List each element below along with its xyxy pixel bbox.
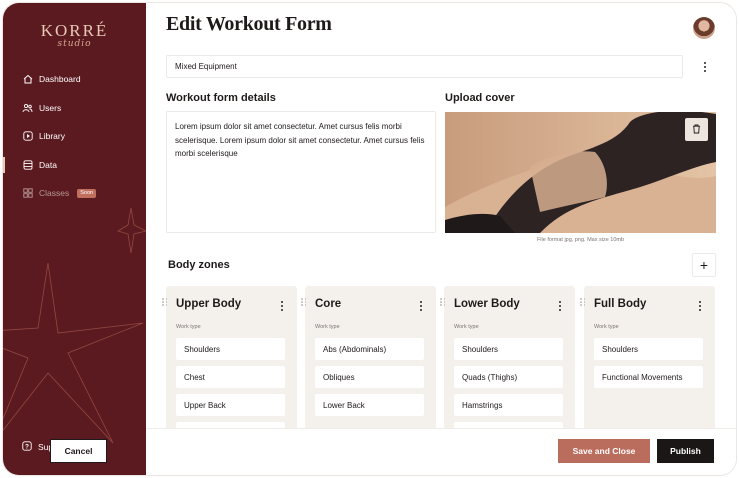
body-zones-heading: Body zones xyxy=(168,259,230,271)
cover-format-note: File format jpg, png. Max size 10mb xyxy=(536,237,625,243)
work-type-item[interactable]: Lower Back xyxy=(315,394,424,416)
save-and-close-button[interactable]: Save and Close xyxy=(558,439,650,463)
sidebar-item-label: Classes xyxy=(39,188,70,199)
cover-heading: Upload cover xyxy=(445,92,515,104)
work-type-label: Work type xyxy=(594,324,619,330)
details-heading: Workout form details xyxy=(166,92,276,104)
work-type-item[interactable]: Abs (Abdominals) xyxy=(315,338,424,360)
sidebar-item-label: Data xyxy=(39,159,57,170)
drag-handle-icon[interactable] xyxy=(440,298,446,306)
work-type-item[interactable]: Upper Back xyxy=(176,394,285,416)
cover-image xyxy=(445,112,716,233)
work-type-label: Work type xyxy=(454,324,479,330)
zone-title: Upper Body xyxy=(176,298,242,310)
help-icon: ? xyxy=(22,441,32,453)
avatar[interactable] xyxy=(693,17,715,39)
page-title: Edit Workout Form xyxy=(166,13,332,35)
work-type-item[interactable]: Shoulders xyxy=(594,338,703,360)
app-window: KORRÉ studio Dashboard Users Library Dat… xyxy=(3,3,736,475)
sidebar-item-data[interactable]: Data xyxy=(3,151,146,180)
details-textarea[interactable]: Lorem ipsum dolor sit amet consectetur. … xyxy=(166,111,436,233)
svg-text:?: ? xyxy=(25,444,29,451)
drag-handle-icon[interactable] xyxy=(301,298,307,306)
users-icon xyxy=(22,102,33,113)
sidebar: KORRÉ studio Dashboard Users Library Dat… xyxy=(3,3,146,475)
database-icon xyxy=(22,159,33,170)
sidebar-item-label: Users xyxy=(39,102,62,113)
trash-icon xyxy=(692,121,701,139)
work-type-item[interactable]: Shoulders xyxy=(176,338,285,360)
sidebar-item-users[interactable]: Users xyxy=(3,94,146,123)
zone-title: Core xyxy=(315,298,342,310)
brand-logo: KORRÉ studio xyxy=(3,21,146,49)
work-type-item[interactable]: Quads (Thighs) xyxy=(454,366,563,388)
play-icon xyxy=(22,131,33,142)
drag-handle-icon[interactable] xyxy=(580,298,586,306)
drag-handle-icon[interactable] xyxy=(162,298,168,306)
add-zone-button[interactable]: + xyxy=(692,253,716,277)
sidebar-item-classes[interactable]: Classes Soon xyxy=(3,179,146,208)
main-content: Edit Workout Form Mixed Equipment Workou… xyxy=(146,3,736,475)
brand-name: KORRÉ xyxy=(40,21,109,40)
grid-icon xyxy=(22,188,33,199)
zone-more-icon[interactable] xyxy=(416,299,426,313)
zone-title: Full Body xyxy=(594,298,647,310)
zone-more-icon[interactable] xyxy=(555,299,565,313)
sidebar-item-library[interactable]: Library xyxy=(3,122,146,151)
brand-tagline: studio xyxy=(57,39,92,49)
zone-more-icon[interactable] xyxy=(695,299,705,313)
cancel-button[interactable]: Cancel xyxy=(50,439,107,463)
sidebar-nav: Dashboard Users Library Data Classes Soo… xyxy=(3,65,146,208)
cover-photo-illustration xyxy=(445,112,716,233)
work-type-label: Work type xyxy=(176,324,201,330)
publish-button[interactable]: Publish xyxy=(657,439,714,463)
zone-title: Lower Body xyxy=(454,298,520,310)
sidebar-item-label: Dashboard xyxy=(39,74,81,85)
delete-cover-button[interactable] xyxy=(685,118,708,141)
plus-icon: + xyxy=(699,257,709,273)
work-type-item[interactable]: Hamstrings xyxy=(454,394,563,416)
work-type-label: Work type xyxy=(315,324,340,330)
home-icon xyxy=(22,74,33,85)
work-type-item[interactable]: Obliques xyxy=(315,366,424,388)
equipment-more-icon[interactable] xyxy=(700,60,710,74)
work-type-item[interactable]: Shoulders xyxy=(454,338,563,360)
sidebar-item-label: Library xyxy=(39,131,65,142)
zone-more-icon[interactable] xyxy=(277,299,287,313)
sidebar-item-dashboard[interactable]: Dashboard xyxy=(3,65,146,94)
soon-badge: Soon xyxy=(77,188,97,198)
work-type-item[interactable]: Functional Movements xyxy=(594,366,703,388)
equipment-field[interactable]: Mixed Equipment xyxy=(166,55,683,78)
work-type-item[interactable]: Chest xyxy=(176,366,285,388)
